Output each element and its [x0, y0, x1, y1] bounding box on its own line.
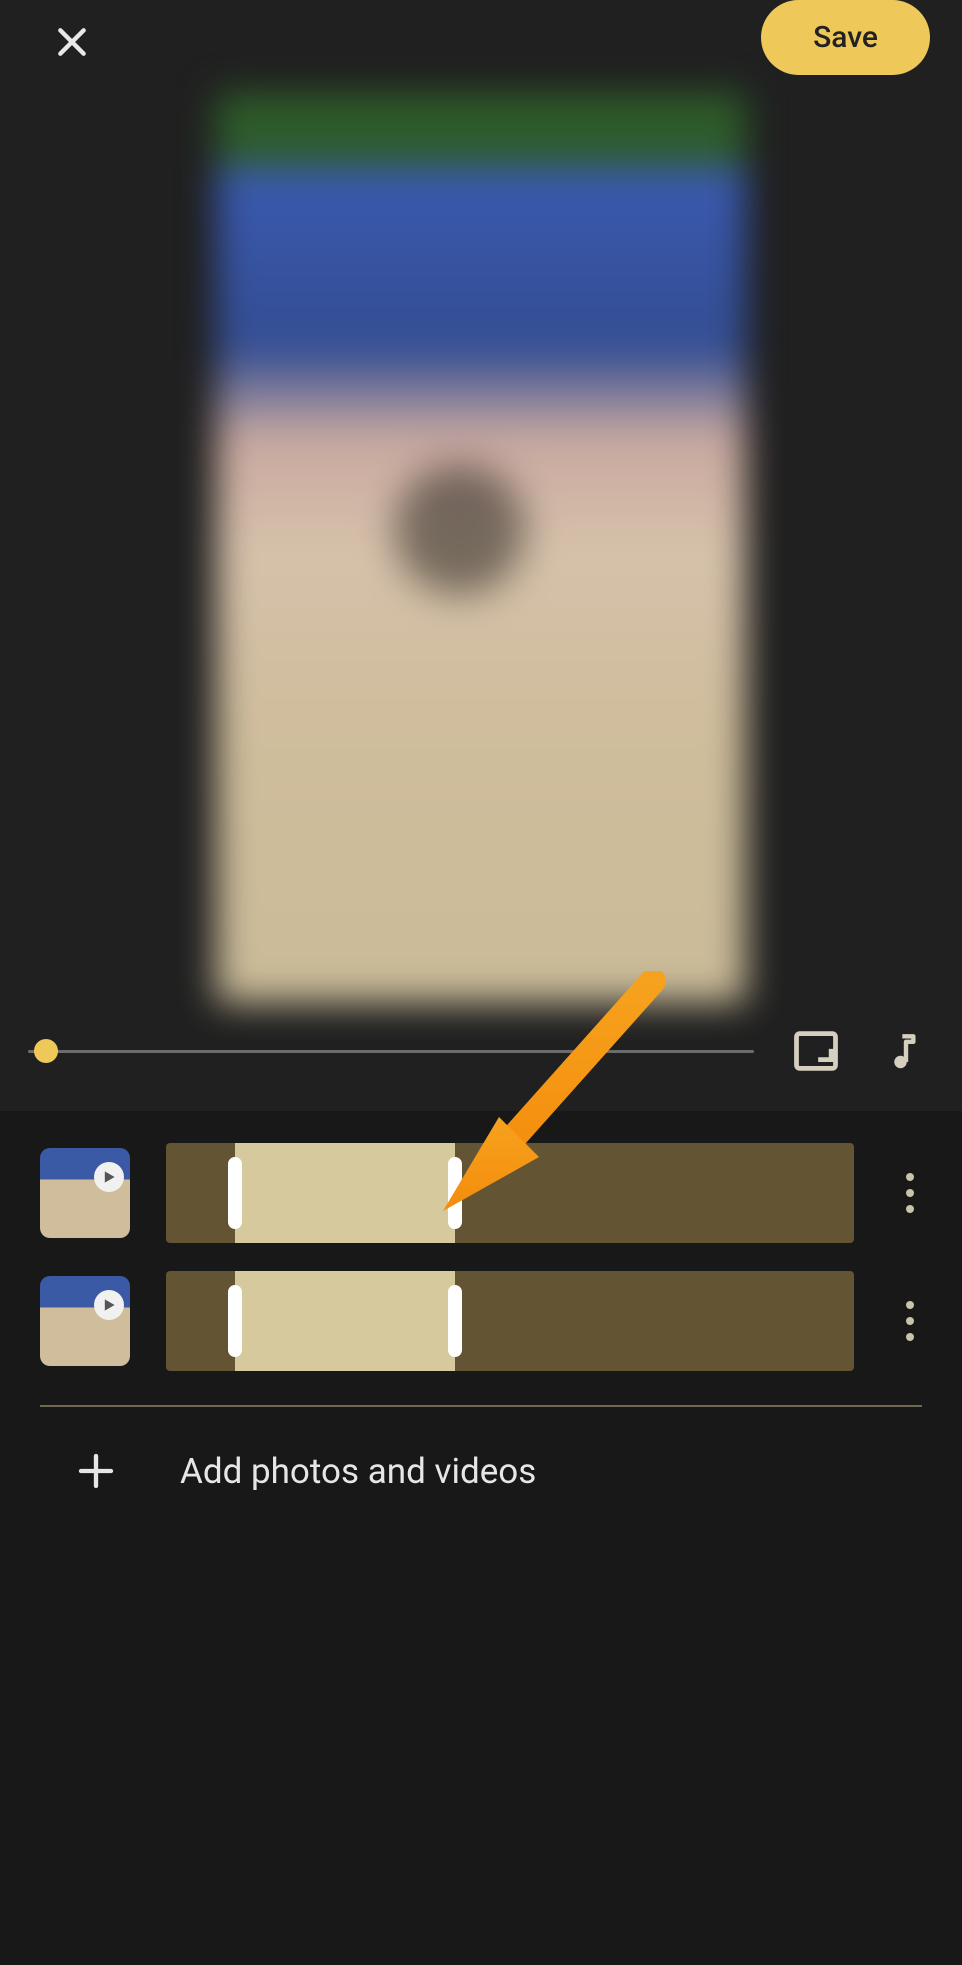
clip-handle-end[interactable] [448, 1285, 462, 1357]
clip-selection [235, 1271, 455, 1371]
close-icon [52, 22, 92, 62]
clip-more-button[interactable] [890, 1158, 930, 1228]
close-button[interactable] [48, 18, 96, 66]
music-button[interactable] [878, 1023, 934, 1079]
clip-trim-track[interactable] [166, 1271, 854, 1371]
empty-area [0, 1535, 962, 1965]
clip-trim-track[interactable] [166, 1143, 854, 1243]
clip-selection [235, 1143, 455, 1243]
playback-scrubber[interactable] [28, 1039, 754, 1063]
video-preview-area [0, 93, 962, 1003]
clip-row [0, 1257, 962, 1385]
plus-icon [76, 1451, 116, 1491]
video-preview[interactable] [216, 93, 746, 1003]
clip-panel: Add photos and videos [0, 1111, 962, 1535]
more-vertical-icon [906, 1173, 914, 1181]
controls-row [0, 1003, 962, 1111]
clip-handle-end[interactable] [448, 1157, 462, 1229]
add-media-label: Add photos and videos [180, 1451, 536, 1492]
save-button-label: Save [813, 20, 878, 55]
scrubber-track [28, 1050, 754, 1053]
play-badge-icon [94, 1162, 124, 1192]
clip-more-button[interactable] [890, 1286, 930, 1356]
play-badge-icon [94, 1290, 124, 1320]
scrubber-thumb[interactable] [34, 1039, 58, 1063]
clip-handle-start[interactable] [228, 1285, 242, 1357]
clip-thumbnail[interactable] [40, 1148, 130, 1238]
save-button[interactable]: Save [761, 0, 930, 75]
more-vertical-icon [906, 1301, 914, 1309]
clip-row [0, 1129, 962, 1257]
aspect-ratio-icon [790, 1025, 842, 1077]
header: Save [0, 0, 962, 75]
music-note-icon [884, 1027, 928, 1075]
clip-thumbnail[interactable] [40, 1276, 130, 1366]
add-media-row[interactable]: Add photos and videos [0, 1407, 962, 1535]
clip-handle-start[interactable] [228, 1157, 242, 1229]
add-button[interactable] [72, 1447, 120, 1495]
aspect-ratio-button[interactable] [788, 1023, 844, 1079]
